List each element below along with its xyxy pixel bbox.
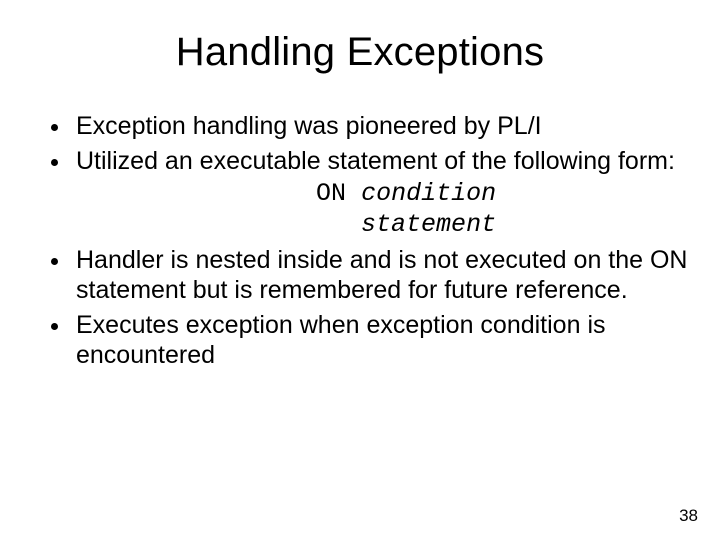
bullet-item: Handler is nested inside and is not exec…	[72, 245, 690, 306]
slide: Handling Exceptions Exception handling w…	[0, 0, 720, 540]
bullet-list: Exception handling was pioneered by PL/I…	[30, 111, 690, 371]
code-arg: statement	[361, 210, 496, 239]
slide-title: Handling Exceptions	[30, 30, 690, 75]
code-keyword: ON	[316, 179, 361, 208]
code-arg: condition	[361, 179, 496, 208]
code-indent	[76, 210, 361, 239]
bullet-text: Utilized an executable statement of the …	[76, 147, 675, 175]
bullet-item: Exception handling was pioneered by PL/I	[72, 111, 690, 142]
code-line-2: statement	[76, 209, 690, 240]
bullet-item: Utilized an executable statement of the …	[72, 146, 690, 241]
bullet-item: Executes exception when exception condit…	[72, 310, 690, 371]
code-indent	[76, 179, 316, 208]
code-block: ON condition statement	[76, 178, 690, 241]
page-number: 38	[679, 506, 698, 526]
code-line-1: ON condition	[76, 178, 690, 209]
